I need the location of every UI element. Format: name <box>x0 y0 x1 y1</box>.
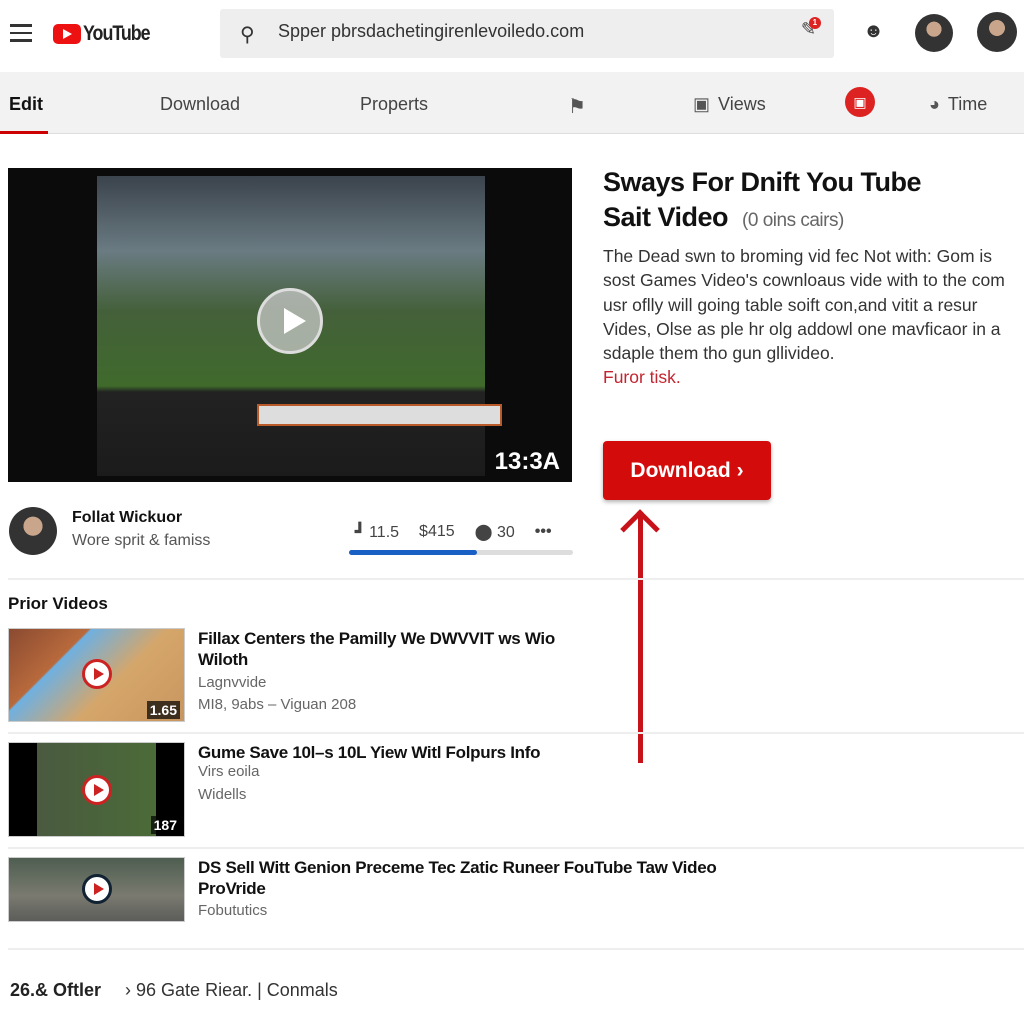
download-button[interactable]: Download › <box>603 441 771 500</box>
play-icon <box>82 874 112 904</box>
top-bar: YouTube ⚲ ✎1 ☻ <box>0 0 1024 70</box>
tag-icon: ⚑ <box>568 96 586 118</box>
account-avatar-secondary[interactable] <box>915 14 953 52</box>
comment-icon: ⬤ <box>474 524 493 541</box>
mic-icon[interactable]: ✎ 1 <box>801 17 821 40</box>
youtube-logo[interactable]: YouTube <box>53 22 161 46</box>
video-meta: Lagnvvide <box>198 674 267 691</box>
tab-bar: Edit Download Properts ⚑ ▣ Views ▣ ◕ Time <box>0 72 1024 134</box>
footer-left[interactable]: 26.& Oftler <box>10 980 101 1001</box>
tab-screen[interactable]: ▣ <box>845 87 875 117</box>
logo-text: YouTube <box>83 22 151 45</box>
menu-icon[interactable] <box>10 24 32 42</box>
video-meta: MI8, 9abs – Viguan 208 <box>198 696 357 713</box>
play-icon[interactable] <box>257 288 323 354</box>
like-stat[interactable]: ┛ 11.5 <box>355 522 399 542</box>
tab-time[interactable]: ◕ Time <box>929 94 987 115</box>
play-icon <box>82 775 112 805</box>
tab-edit[interactable]: Edit <box>9 94 43 115</box>
in-game-ui-bar <box>257 404 502 426</box>
clock-icon: ◕ <box>929 94 940 114</box>
tab-tag[interactable]: ⚑ <box>568 94 586 119</box>
play-icon <box>82 659 112 689</box>
price-stat: $415 <box>419 523 455 540</box>
video-meta: Virs eoila <box>198 763 260 780</box>
comment-stat[interactable]: ⬤ 30 <box>475 522 515 542</box>
video-duration: 13:3A <box>494 448 560 475</box>
screen-icon: ▣ <box>845 87 875 117</box>
progress-fill <box>349 550 477 555</box>
progress-bar <box>349 550 573 555</box>
create-icon[interactable]: ☻ <box>863 20 884 43</box>
active-tab-indicator <box>0 131 48 134</box>
divider <box>8 732 1024 734</box>
account-avatar[interactable] <box>977 12 1017 52</box>
channel-avatar[interactable] <box>9 507 57 555</box>
description-link[interactable]: Furor tisk. <box>603 365 1023 389</box>
video-title[interactable]: Gume Save 10l–s 10L Yiew Witl Folpurs In… <box>198 742 540 763</box>
video-title: Sways For Dnift You Tube Sait Video (0 oin… <box>603 167 922 232</box>
video-thumbnail[interactable]: 1.65 <box>8 628 185 722</box>
video-player[interactable]: 13:3A <box>8 168 572 482</box>
section-title: Prior Videos <box>8 594 108 613</box>
divider <box>8 948 1024 950</box>
search-input[interactable] <box>278 21 758 42</box>
tab-properties[interactable]: Properts <box>360 94 428 115</box>
search-bar: ⚲ ✎1 <box>220 9 834 58</box>
video-description: The Dead swn to broming vid fec Not with… <box>603 244 1023 390</box>
notification-badge: 1 <box>808 17 821 29</box>
youtube-play-icon <box>53 24 81 44</box>
more-icon[interactable]: ••• <box>535 523 552 541</box>
video-thumbnail[interactable]: 187 <box>8 742 185 837</box>
video-thumbnail[interactable] <box>8 857 185 922</box>
footer: 26.& Oftler › 96 Gate Riear. | Conmals <box>10 980 338 1001</box>
video-stats: ┛ 11.5 $415 ⬤ 30 ••• <box>355 522 552 542</box>
video-title[interactable]: DS Sell Witt Genion Preceme Tec Zatic Ru… <box>198 857 758 899</box>
search-icon[interactable]: ⚲ <box>240 22 255 47</box>
like-icon: ┛ <box>355 524 365 541</box>
channel-subtitle: Wore sprit & famiss <box>72 532 211 549</box>
footer-right[interactable]: › 96 Gate Riear. | Conmals <box>125 980 338 1001</box>
arrow-annotation <box>638 515 643 763</box>
tab-download[interactable]: Download <box>160 94 240 115</box>
title-note: (0 oins cairs) <box>742 210 844 231</box>
divider <box>8 847 1024 849</box>
video-meta: Fobututics <box>198 902 268 919</box>
lock-icon: ▣ <box>693 94 711 114</box>
divider <box>8 578 1024 580</box>
tab-views[interactable]: ▣ Views <box>693 94 766 115</box>
arrow-head <box>620 509 660 549</box>
channel-name[interactable]: Follat Wickuor <box>72 509 182 527</box>
video-title[interactable]: Fillax Centers the Pamilly We DWVVIT ws … <box>198 628 558 670</box>
video-meta: Widells <box>198 786 247 803</box>
